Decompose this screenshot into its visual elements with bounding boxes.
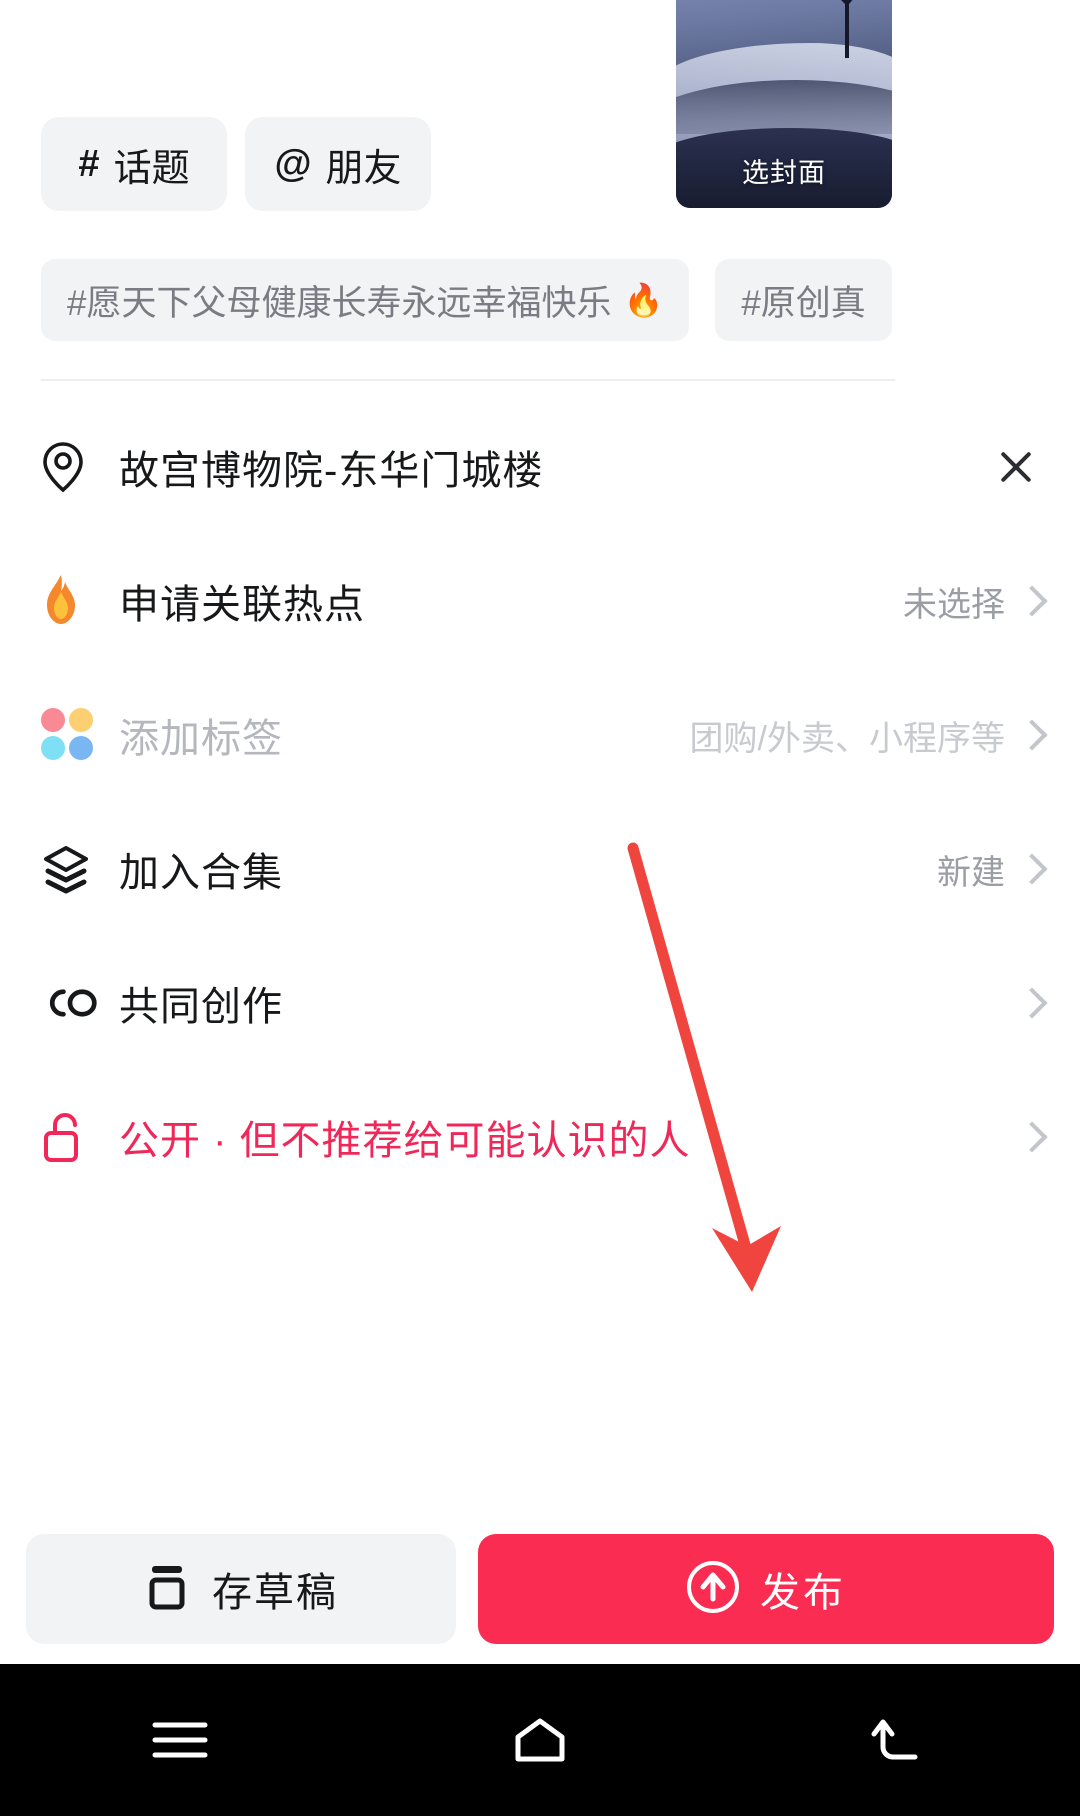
four-dots-icon [41, 708, 99, 762]
option-trailing[interactable] [1019, 986, 1039, 1020]
option-value: 未选择 [903, 585, 1005, 624]
quick-actions: # 话题 @ 朋友 [41, 117, 431, 211]
cover-thumbnail[interactable]: 选封面 [676, 0, 892, 208]
suggested-tag-chip[interactable]: #愿天下父母健康长寿永远幸福快乐 🔥 [41, 259, 690, 341]
option-trailing[interactable]: 新建 [937, 845, 1039, 894]
layers-icon [41, 844, 99, 894]
option-trailing[interactable]: 团购/外卖、小程序等 [690, 711, 1039, 760]
back-icon[interactable] [865, 1705, 935, 1775]
home-icon[interactable] [505, 1705, 575, 1775]
option-label: 加入合集 [119, 851, 283, 895]
save-draft-icon [144, 1563, 190, 1616]
option-row-hotspot[interactable]: 申请关联热点 未选择 [0, 534, 1080, 668]
option-label: 申请关联热点 [119, 583, 365, 627]
close-icon[interactable] [993, 444, 1039, 490]
option-value: 团购/外卖、小程序等 [689, 719, 1005, 758]
option-row-privacy[interactable]: 公开 · 但不推荐给可能认识的人 [0, 1070, 1080, 1204]
chevron-right-icon [1019, 1120, 1039, 1154]
option-row-co-creation[interactable]: 共同创作 [0, 936, 1080, 1070]
option-trailing[interactable] [993, 444, 1039, 490]
cover-label: 选封面 [742, 158, 826, 188]
topic-button[interactable]: # 话题 [41, 117, 227, 211]
flame-icon [41, 574, 99, 628]
suggested-tag-chip[interactable]: #原创真 [715, 259, 892, 341]
cover-ridge [676, 80, 892, 134]
section-divider [41, 379, 895, 381]
option-label: 共同创作 [119, 985, 283, 1029]
publish-settings-screen: 选封面 # 话题 @ 朋友 #愿天下父母健康长寿永远幸福快乐 🔥 #原创真 故宫… [0, 0, 1080, 1816]
option-value: 新建 [937, 853, 1005, 892]
save-draft-label: 存草稿 [212, 1571, 338, 1615]
suggested-tag-text: #愿天下父母健康长寿永远幸福快乐 [67, 283, 612, 323]
suggested-tag-text: #原创真 [741, 283, 866, 323]
chevron-right-icon [1019, 718, 1039, 752]
option-row-add-tag[interactable]: 添加标签 团购/外卖、小程序等 [0, 668, 1080, 802]
publish-button[interactable]: 发布 [478, 1534, 1054, 1644]
unlock-icon [41, 1110, 99, 1164]
flame-icon: 🔥 [623, 282, 664, 318]
friend-label: 朋友 [325, 147, 402, 190]
upload-arrow-icon [686, 1560, 740, 1619]
bottom-action-bar: 存草稿 发布 [0, 1514, 1080, 1664]
tree-icon [841, 0, 853, 58]
chevron-right-icon [1019, 584, 1039, 618]
suggested-tags: #愿天下父母健康长寿永远幸福快乐 🔥 #原创真 [41, 259, 892, 341]
option-label: 故宫博物院-东华门城楼 [119, 449, 544, 493]
friend-button[interactable]: @ 朋友 [245, 117, 431, 211]
option-label: 公开 · 但不推荐给可能认识的人 [119, 1119, 691, 1163]
chevron-right-icon [1019, 852, 1039, 886]
hash-icon: # [78, 143, 100, 185]
android-nav-bar [0, 1664, 1080, 1816]
topic-label: 话题 [113, 147, 190, 190]
option-label: 添加标签 [119, 717, 283, 761]
chevron-right-icon [1019, 986, 1039, 1020]
options-list: 故宫博物院-东华门城楼 申请关联热点 未选择 添加标签 团购/外卖、小程序等 加… [0, 400, 1080, 1204]
option-row-location[interactable]: 故宫博物院-东华门城楼 [0, 400, 1080, 534]
at-icon: @ [274, 143, 312, 185]
menu-icon[interactable] [145, 1705, 215, 1775]
publish-label: 发布 [760, 1571, 846, 1615]
co-icon [41, 981, 99, 1025]
option-trailing[interactable] [1019, 1120, 1039, 1154]
option-trailing[interactable]: 未选择 [903, 577, 1039, 626]
option-row-join-collection[interactable]: 加入合集 新建 [0, 802, 1080, 936]
save-draft-button[interactable]: 存草稿 [26, 1534, 456, 1644]
location-pin-icon [41, 441, 99, 493]
